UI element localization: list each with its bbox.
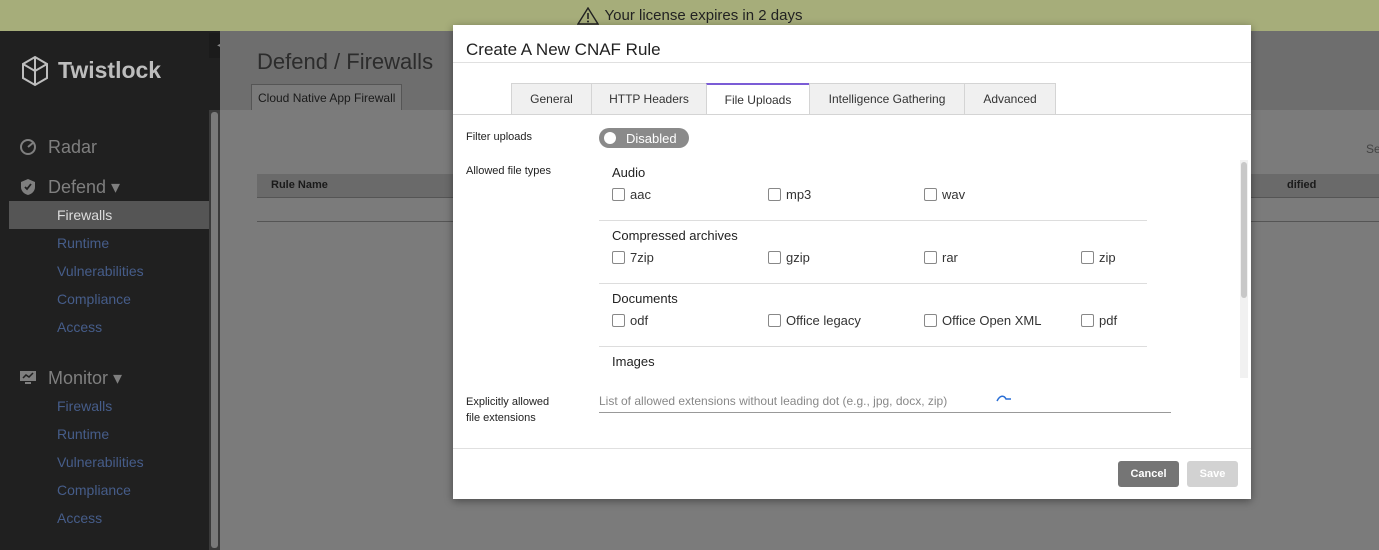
dialog-divider — [453, 62, 1251, 63]
file-group-images: Images — [599, 354, 1147, 378]
save-button[interactable]: Save — [1187, 461, 1238, 487]
tab-general[interactable]: General — [511, 83, 591, 115]
column-rule-name[interactable]: Rule Name — [271, 179, 328, 191]
nav-group-monitor[interactable]: Monitor ▾ — [0, 364, 209, 392]
nav-group-label: Radar — [48, 136, 98, 157]
sidebar-item-defend-vulnerabilities[interactable]: Vulnerabilities — [0, 257, 209, 285]
checkbox-label: wav — [942, 187, 966, 202]
dialog-title: Create A New CNAF Rule — [466, 40, 661, 59]
group-title: Audio — [612, 165, 646, 180]
sidebar-item-monitor-vulnerabilities[interactable]: Vulnerabilities — [0, 448, 209, 476]
checkbox-label: Office legacy — [786, 313, 861, 328]
checkbox-odf[interactable]: odf — [612, 313, 648, 328]
tab-file-uploads[interactable]: File Uploads — [706, 83, 809, 115]
file-group-compressed-archives: Compressed archives 7zip gzip rar zip — [599, 228, 1147, 284]
checkbox-label: aac — [630, 187, 651, 202]
allowed-extensions-input[interactable] — [599, 390, 1171, 413]
monitor-icon — [18, 368, 38, 388]
cancel-button[interactable]: Cancel — [1118, 461, 1179, 487]
file-group-documents: Documents odf Office legacy Office Open … — [599, 291, 1147, 347]
checkbox-rar[interactable]: rar — [924, 250, 958, 265]
checkbox-wav[interactable]: wav — [924, 187, 965, 202]
toggle-knob — [604, 132, 616, 144]
file-types-scrollbar[interactable] — [1240, 160, 1248, 378]
checkbox-office-open-xml[interactable]: Office Open XML — [924, 313, 1041, 328]
tab-intelligence-gathering[interactable]: Intelligence Gathering — [809, 83, 964, 115]
sidebar: Twistlock ◀ Radar Defend ▾ Firewalls Run… — [0, 31, 233, 550]
group-divider — [599, 220, 1147, 221]
sidebar-item-defend-access[interactable]: Access — [0, 313, 209, 341]
explicit-extensions-label: Explicitly allowed file extensions — [466, 394, 549, 426]
group-title: Images — [612, 354, 655, 369]
sidebar-item-monitor-access[interactable]: Access — [0, 504, 209, 532]
allowed-file-types-label: Allowed file types — [466, 165, 551, 177]
nav-group-label: Monitor ▾ — [48, 367, 123, 388]
column-modified[interactable]: dified — [1287, 179, 1316, 191]
sidebar-item-defend-compliance[interactable]: Compliance — [0, 285, 209, 313]
file-group-audio: Audio aac mp3 wav — [599, 165, 1147, 221]
sidebar-item-defend-runtime[interactable]: Runtime — [0, 229, 209, 257]
nav-group-defend[interactable]: Defend ▾ — [0, 173, 209, 201]
checkbox-label: zip — [1099, 250, 1116, 265]
sidebar-nav: Radar Defend ▾ Firewalls Runtime Vulnera… — [0, 110, 209, 532]
checkbox-aac[interactable]: aac — [612, 187, 651, 202]
tab-advanced[interactable]: Advanced — [964, 83, 1056, 115]
twistlock-logo-icon — [22, 55, 48, 86]
checkbox-label: odf — [630, 313, 649, 328]
label-line: Explicitly allowed — [466, 396, 550, 408]
search-input[interactable]: Se — [1366, 142, 1379, 156]
shield-icon — [18, 177, 38, 197]
sidebar-item-monitor-firewalls[interactable]: Firewalls — [0, 392, 209, 420]
warning-icon — [576, 6, 599, 25]
sidebar-item-monitor-compliance[interactable]: Compliance — [0, 476, 209, 504]
page-title: Defend / Firewalls — [257, 49, 434, 74]
sidebar-item-monitor-runtime[interactable]: Runtime — [0, 420, 209, 448]
filter-uploads-toggle[interactable]: Disabled — [599, 128, 689, 148]
tab-http-headers[interactable]: HTTP Headers — [591, 83, 706, 115]
nav-group-radar[interactable]: Radar — [0, 133, 209, 161]
group-divider — [599, 346, 1147, 347]
brand-name: Twistlock — [58, 57, 162, 83]
checkbox-label: mp3 — [786, 187, 812, 202]
radar-icon — [18, 137, 38, 157]
tab-cloud-native-app-firewall[interactable]: Cloud Native App Firewall — [251, 84, 403, 110]
checkbox-label: pdf — [1099, 313, 1118, 328]
checkbox-label: gzip — [786, 250, 810, 265]
filter-uploads-label: Filter uploads — [466, 131, 533, 143]
group-title: Compressed archives — [612, 228, 738, 243]
toggle-state: Disabled — [626, 130, 677, 146]
group-title: Documents — [612, 291, 678, 306]
checkbox-label: Office Open XML — [942, 313, 1042, 328]
dialog-tabs: General HTTP Headers File Uploads Intell… — [511, 83, 1056, 115]
brand-logo[interactable]: Twistlock — [0, 31, 220, 110]
checkbox-label: 7zip — [630, 250, 654, 265]
sidebar-scrollbar[interactable] — [209, 110, 220, 550]
license-text: Your license expires in 2 days — [604, 7, 803, 24]
cnaf-rule-dialog: Create A New CNAF Rule General HTTP Head… — [453, 25, 1251, 499]
tabs-divider — [453, 114, 1251, 115]
dialog-footer-divider — [453, 448, 1251, 449]
sidebar-item-defend-firewalls[interactable]: Firewalls — [9, 201, 209, 229]
group-divider — [599, 283, 1147, 284]
nav-group-label: Defend ▾ — [48, 176, 121, 197]
text-cursor-icon — [996, 395, 1011, 402]
label-line: file extensions — [466, 412, 536, 424]
checkbox-office-legacy[interactable]: Office legacy — [768, 313, 861, 328]
checkbox-zip[interactable]: zip — [1081, 250, 1116, 265]
checkbox-mp3[interactable]: mp3 — [768, 187, 811, 202]
checkbox-7zip[interactable]: 7zip — [612, 250, 654, 265]
file-types-list[interactable]: Audio aac mp3 wav Compressed archives 7z… — [599, 160, 1239, 378]
checkbox-gzip[interactable]: gzip — [768, 250, 810, 265]
checkbox-label: rar — [942, 250, 958, 265]
checkbox-pdf[interactable]: pdf — [1081, 313, 1117, 328]
